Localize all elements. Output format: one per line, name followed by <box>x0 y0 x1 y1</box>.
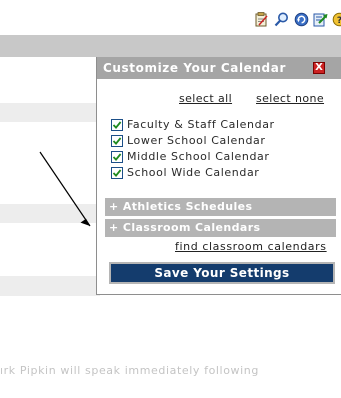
checkbox[interactable] <box>111 119 123 131</box>
panel-title: Customize Your Calendar <box>103 61 286 75</box>
select-all-link[interactable]: select all <box>179 92 232 105</box>
calendar-item-label: Lower School Calendar <box>127 134 266 147</box>
panel-header: Customize Your Calendar X <box>97 57 341 79</box>
background-text: ırk Pipkin will speak immediately follow… <box>0 364 259 377</box>
classroom-calendars-toggle[interactable]: + Classroom Calendars <box>105 219 336 237</box>
find-classroom-calendars-link[interactable]: find classroom calendars <box>175 240 327 253</box>
athletics-schedules-toggle[interactable]: + Athletics Schedules <box>105 198 336 216</box>
customize-calendar-panel: Customize Your Calendar X select all sel… <box>96 57 341 295</box>
save-settings-button[interactable]: Save Your Settings <box>109 262 335 284</box>
checkbox[interactable] <box>111 151 123 163</box>
checkbox[interactable] <box>111 167 123 179</box>
calendar-item-label: Faculty & Staff Calendar <box>127 118 275 131</box>
checkbox[interactable] <box>111 135 123 147</box>
calendar-item-label: School Wide Calendar <box>127 166 260 179</box>
calendar-item-label: Middle School Calendar <box>127 150 270 163</box>
close-button[interactable]: X <box>313 62 325 74</box>
select-none-link[interactable]: select none <box>256 92 324 105</box>
